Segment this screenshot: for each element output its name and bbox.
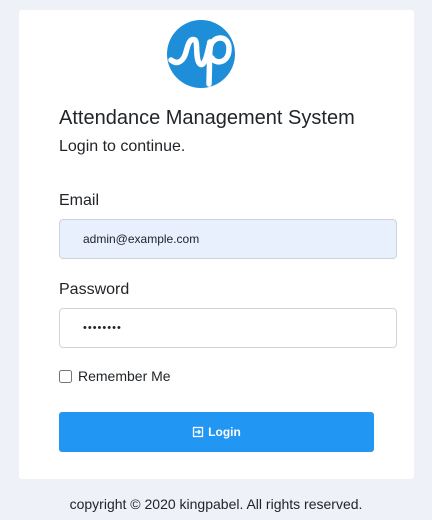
logo-icon	[167, 20, 235, 88]
password-field[interactable]	[59, 308, 397, 348]
email-field[interactable]	[59, 219, 397, 259]
page-subtitle: Login to continue.	[59, 138, 186, 155]
remember-me-checkbox[interactable]	[59, 369, 72, 383]
sign-in-icon	[192, 426, 204, 438]
login-card: Attendance Management System Login to co…	[19, 10, 414, 479]
remember-me[interactable]: Remember Me	[59, 368, 171, 384]
email-label: Email	[59, 192, 100, 209]
login-button[interactable]: Login	[59, 412, 374, 452]
remember-me-label: Remember Me	[78, 368, 171, 384]
password-label: Password	[59, 281, 130, 298]
login-button-label: Login	[208, 425, 241, 439]
footer-copyright: copyright © 2020 kingpabel. All rights r…	[69, 496, 363, 512]
page-title: Attendance Management System	[59, 107, 355, 129]
